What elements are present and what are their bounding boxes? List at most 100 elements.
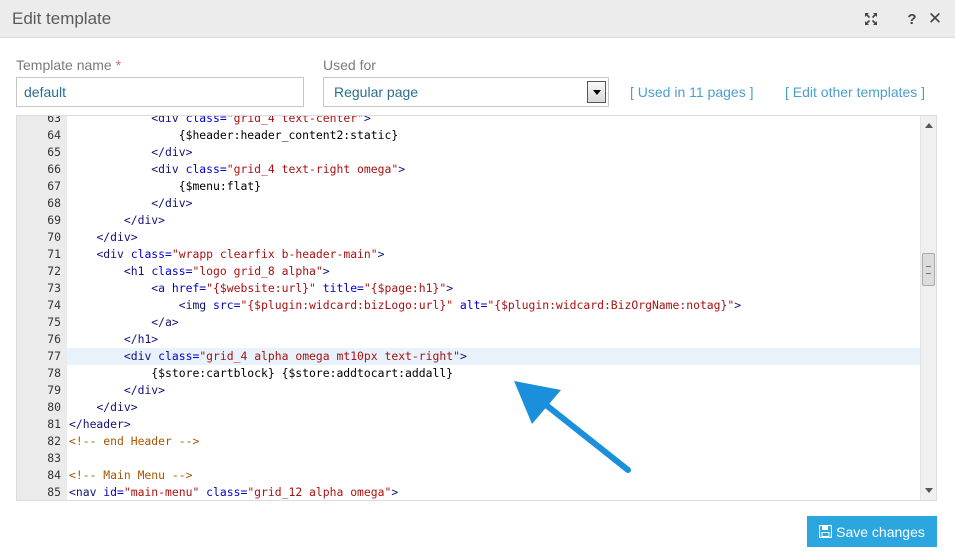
code-token: alt= [453, 298, 488, 312]
scrollbar-thumb[interactable] [922, 253, 935, 286]
help-icon[interactable]: ? [903, 10, 921, 28]
code-line[interactable]: 67 {$menu:flat} [17, 178, 920, 195]
editor-scrollbar[interactable] [920, 116, 936, 500]
code-text: </h1> [67, 331, 920, 348]
code-text: <div class="wrapp clearfix b-header-main… [67, 246, 920, 263]
code-line[interactable]: 72 <h1 class="logo grid_8 alpha"> [17, 263, 920, 280]
code-token: </div> [151, 145, 193, 159]
code-token: id= [103, 485, 124, 499]
code-text: <div class="grid_4 text-right omega"> [67, 161, 920, 178]
code-token: "grid_4 alpha omega mt10px text-right" [199, 349, 460, 363]
scroll-up-icon[interactable] [925, 123, 933, 128]
code-token: <div [123, 349, 159, 363]
code-line[interactable]: 80 </div> [17, 399, 920, 416]
template-name-input[interactable] [16, 77, 304, 107]
line-number: 78 [47, 366, 61, 380]
used-for-select[interactable]: Regular page [323, 77, 609, 107]
code-line[interactable]: 66 <div class="grid_4 text-right omega"> [17, 161, 920, 178]
line-number: 83 [47, 451, 61, 465]
code-line[interactable]: 73 <a href="{$website:url}" title="{$pag… [17, 280, 920, 297]
save-changes-button[interactable]: Save changes [807, 516, 937, 547]
code-text: <nav id="main-menu" class="grid_12 alpha… [67, 484, 920, 500]
code-lines: 63 <div class="grid_4 text-center"> 64 {$… [17, 115, 920, 500]
template-name-label-text: Template name [16, 57, 112, 73]
code-token: <nav [69, 485, 104, 499]
code-text: </div> [67, 229, 920, 246]
code-line[interactable]: 75 </a> [17, 314, 920, 331]
line-number: 74 [47, 298, 61, 312]
scroll-down-icon[interactable] [925, 488, 933, 493]
code-line[interactable]: 63 <div class="grid_4 text-center"> [17, 115, 920, 127]
code-line[interactable]: 79 </div> [17, 382, 920, 399]
line-number: 84 [47, 468, 61, 482]
line-number: 65 [47, 145, 61, 159]
code-token: <div [96, 247, 131, 261]
code-line[interactable]: 83 [17, 450, 920, 467]
code-token: </div> [123, 213, 166, 227]
code-token: <!-- Main Menu --> [69, 468, 193, 482]
code-line[interactable]: 78 {$store:cartblock} {$store:addtocart:… [17, 365, 920, 382]
code-token: > [363, 115, 371, 125]
line-number: 75 [47, 315, 61, 329]
template-name-label: Template name * [16, 57, 121, 73]
code-text: <div class="grid_4 alpha omega mt10px te… [67, 348, 920, 365]
used-in-pages-link[interactable]: [ Used in 11 pages ] [630, 84, 753, 100]
line-number: 63 [47, 115, 61, 125]
code-token: > [398, 162, 406, 176]
line-number: 85 [47, 485, 61, 499]
edit-other-templates-link[interactable]: [ Edit other templates ] [785, 84, 925, 100]
code-token: </div> [123, 383, 166, 397]
code-line[interactable]: 68 </div> [17, 195, 920, 212]
code-token: "{$website:url}" [206, 281, 316, 295]
code-line[interactable]: 65 </div> [17, 144, 920, 161]
code-token: <div [151, 162, 186, 176]
code-line[interactable]: 71 <div class="wrapp clearfix b-header-m… [17, 246, 920, 263]
code-line[interactable]: 85 <nav id="main-menu" class="grid_12 alp… [17, 484, 920, 500]
code-token: <div [151, 115, 186, 125]
line-number: 72 [47, 264, 61, 278]
code-token: <a [151, 281, 172, 295]
code-line[interactable]: 69 </div> [17, 212, 920, 229]
code-line[interactable]: 81 </header> [17, 416, 920, 433]
line-number: 73 [47, 281, 61, 295]
used-for-label: Used for [323, 57, 376, 73]
code-token: "main-menu" [123, 485, 200, 499]
code-line[interactable]: 64 {$header:header_content2:static} [17, 127, 920, 144]
code-token: "grid_12 alpha omega" [247, 485, 392, 499]
code-token: class= [151, 264, 193, 278]
code-text: <!-- end Header --> [67, 433, 920, 450]
code-line[interactable]: 76 </h1> [17, 331, 920, 348]
line-number: 69 [47, 213, 61, 227]
line-number: 80 [47, 400, 61, 414]
code-text: <!-- Main Menu --> [67, 467, 920, 484]
code-token: src= [213, 298, 241, 312]
code-editor[interactable]: 63 <div class="grid_4 text-center"> 64 {$… [16, 115, 937, 501]
code-line[interactable]: 77 <div class="grid_4 alpha omega mt10px… [17, 348, 920, 365]
close-icon[interactable]: ✕ [926, 9, 944, 28]
line-number: 71 [47, 247, 61, 261]
line-number: 70 [47, 230, 61, 244]
code-token: "wrapp clearfix b-header-main" [171, 247, 378, 261]
line-number: 76 [47, 332, 61, 346]
code-token: > [446, 281, 454, 295]
code-line[interactable]: 84 <!-- Main Menu --> [17, 467, 920, 484]
chevron-down-icon[interactable] [587, 81, 606, 103]
fullscreen-icon[interactable] [862, 10, 880, 28]
code-line[interactable]: 74 <img src="{$plugin:widcard:bizLogo:ur… [17, 297, 920, 314]
line-number: 64 [47, 128, 61, 142]
code-token: class= [185, 115, 227, 125]
code-text: </div> [67, 399, 920, 416]
code-line[interactable]: 70 </div> [17, 229, 920, 246]
code-token: href= [171, 281, 207, 295]
code-text: </div> [67, 382, 920, 399]
code-line[interactable]: 82 <!-- end Header --> [17, 433, 920, 450]
code-token: "{$plugin:widcard:bizLogo:url}" [240, 298, 454, 312]
code-token: {$store:cartblock} {$store:addtocart:add… [69, 366, 454, 380]
